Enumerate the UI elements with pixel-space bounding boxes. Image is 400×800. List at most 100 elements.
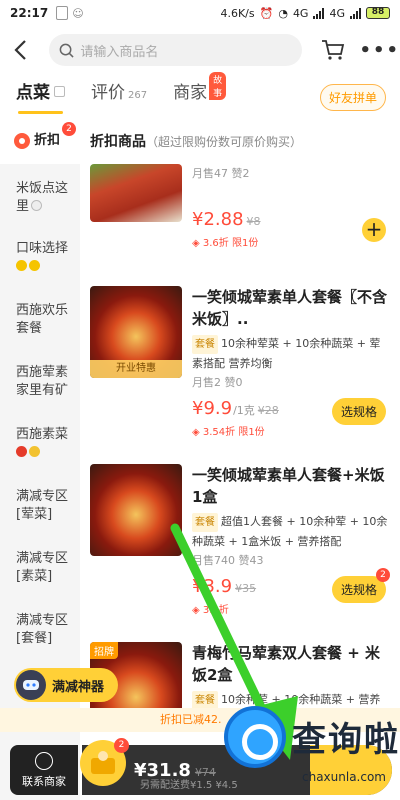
dish-price: ¥9.9: [192, 398, 233, 419]
status-time: 22:17: [10, 6, 49, 20]
group-order-button[interactable]: 好友拼单: [319, 84, 386, 111]
discount-text: 3.6折 限1份: [202, 238, 259, 249]
promo-ribbon: 开业特惠: [90, 360, 182, 378]
top-nav: 请输入商品名 •••: [0, 28, 400, 72]
watermark: 查询啦 chaxunla.com: [222, 700, 400, 800]
dish-image: [90, 464, 182, 556]
dish-item[interactable]: 开业特惠 一笑倾城荤素单人套餐〖不含米饭〗.. 套餐 10余种荤菜 + 10余种蔬…: [90, 286, 390, 438]
sidebar-item-label: 折扣: [34, 133, 61, 148]
cart-button[interactable]: [318, 35, 348, 65]
dish-discount: ◈ 3.5折: [192, 605, 229, 616]
dish-tags: 套餐 超值1人套餐 + 10余种荤 + 10余种蔬菜 + 1盒米饭 + 营养搭配: [192, 512, 388, 551]
dish-price: ¥3.9: [192, 576, 233, 597]
sidebar-item-veg[interactable]: 西施素菜: [0, 412, 80, 474]
signal-icon-2: [350, 7, 361, 19]
tag-text: 10余种荤菜 + 10余种蔬菜 + 荤素搭配 营养均衡: [192, 337, 381, 370]
menu-list: 折扣商品 （超过限购份数可原价购买） 月售47 赞2 ¥2.88 ¥8 ◈ 3.…: [80, 118, 400, 708]
cart-mascot-icon: 2: [80, 738, 129, 786]
sidebar-item-label: 西施荤素家里有矿: [16, 365, 69, 398]
dish-unit: /1克: [233, 404, 255, 417]
contact-label: 联系商家: [22, 774, 66, 788]
sidebar-item-set-promo[interactable]: 满减专区[套餐]: [0, 598, 80, 660]
helper-label: 满减神器: [52, 679, 105, 695]
dish-tags: 套餐 10余种荤菜 + 10余种蔬菜 + 荤素搭配 营养均衡: [192, 334, 388, 373]
section-header: 折扣商品 （超过限购份数可原价购买）: [80, 118, 400, 164]
contact-merchant-button[interactable]: 联系商家: [10, 745, 78, 795]
dish-item[interactable]: 月售47 赞2 ¥2.88 ¥8 ◈ 3.6折 限1份 +: [90, 164, 390, 264]
sidebar-item-label: 米饭点这里: [16, 181, 69, 214]
tab-order[interactable]: 点菜: [16, 78, 65, 114]
wifi-icon: ◔: [278, 6, 288, 20]
sidebar-item-mixed[interactable]: 西施荤素家里有矿: [0, 350, 80, 412]
dish-image: [90, 164, 182, 222]
sidebar-item-taste[interactable]: 口味选择: [0, 226, 80, 288]
chat-icon: ☺: [72, 6, 84, 20]
choose-spec-label: 选规格: [340, 583, 377, 597]
dish-old-price: ¥35: [235, 582, 257, 595]
sidebar-item-label: 满减专区[荤菜]: [16, 489, 69, 522]
sidebar-item-label: 满减专区[套餐]: [16, 613, 69, 646]
review-count: 267: [128, 90, 148, 101]
back-button[interactable]: [0, 30, 39, 70]
sidebar-item-label: 口味选择: [16, 241, 69, 256]
search-icon: [60, 43, 75, 58]
dish-old-price: ¥28: [257, 404, 279, 417]
promo-helper-button[interactable]: 满减神器: [14, 668, 118, 702]
tomato-icon: [16, 446, 27, 457]
dish-sales: 月售2 赞0: [192, 376, 243, 389]
dish-discount: ◈ 3.6折 限1份: [192, 238, 259, 249]
tag-label: 套餐: [192, 513, 218, 532]
dish-name: 一笑倾城荤素单人套餐〖不含米饭〗..: [192, 288, 388, 328]
corn-icon: [29, 446, 40, 457]
robot-icon: [16, 670, 46, 700]
tag-label: 套餐: [192, 335, 218, 354]
watermark-logo-icon: [224, 706, 286, 768]
rice-icon: [31, 200, 43, 211]
dish-discount: ◈ 3.54折 限1份: [192, 427, 265, 438]
search-placeholder: 请输入商品名: [80, 44, 159, 60]
tab-merchant[interactable]: 商家 故事: [173, 72, 227, 112]
add-to-cart-button[interactable]: +: [362, 218, 386, 242]
signal-icon: [313, 7, 325, 19]
story-badge: 故事: [209, 72, 227, 100]
net-type-1: 4G: [292, 6, 309, 20]
net-type-2: 4G: [329, 6, 345, 20]
sidebar-item-veg-promo[interactable]: 满减专区[素菜]: [0, 536, 80, 598]
discount-text: 3.54折 限1份: [202, 427, 265, 438]
tab-order-label: 点菜: [16, 83, 50, 103]
watermark-url: chaxunla.com: [302, 770, 386, 784]
chat-icon: [35, 751, 53, 770]
net-speed: 4.6K/s: [220, 6, 255, 20]
choose-spec-button[interactable]: 选规格: [331, 398, 386, 425]
dish-old-price: ¥8: [246, 215, 261, 228]
sunflower-icon: [29, 260, 40, 271]
dish-image: 开业特惠: [90, 286, 182, 378]
cart-icon: [321, 40, 344, 60]
dish-item[interactable]: 一笑倾城荤素单人套餐+米饭1盒 套餐 超值1人套餐 + 10余种荤 + 10余种蔬…: [90, 464, 390, 616]
cart-count-badge: 2: [114, 738, 129, 753]
dish-sales: 月售47 赞2: [192, 167, 250, 180]
sim-icon: [56, 6, 69, 20]
pin-icon: [54, 86, 65, 97]
battery-icon: 88: [366, 7, 390, 19]
spec-count-badge: 2: [376, 568, 390, 582]
search-input[interactable]: 请输入商品名: [49, 34, 302, 66]
section-title: 折扣商品: [90, 134, 146, 150]
dish-item[interactable]: 招牌 青梅竹马荤素双人套餐 + 米饭2盒 套餐 10余种荤 + 10余种蔬菜 + …: [90, 642, 390, 708]
tab-merchant-label: 商家: [173, 83, 208, 103]
more-button[interactable]: •••: [359, 40, 400, 61]
signature-badge: 招牌: [90, 642, 118, 659]
sidebar-item-discount[interactable]: 折扣 2: [0, 118, 80, 164]
tag-text: 超值1人套餐 + 10余种荤 + 10余种蔬菜 + 1盒米饭 + 营养搭配: [192, 515, 388, 548]
choose-spec-button[interactable]: 选规格 2: [331, 568, 390, 603]
sidebar-item-rice[interactable]: 米饭点这里: [0, 164, 80, 226]
sidebar-item-label: 西施欢乐套餐: [16, 303, 69, 336]
sidebar-item-happy-set[interactable]: 西施欢乐套餐: [0, 288, 80, 350]
discount-text: 3.5折: [202, 605, 229, 616]
watermark-text: 查询啦: [292, 720, 400, 760]
section-note: （超过限购份数可原价购买）: [146, 134, 303, 149]
sunflower-icon: [16, 260, 27, 271]
sidebar-item-meat-promo[interactable]: 满减专区[荤菜]: [0, 474, 80, 536]
tab-reviews[interactable]: 评价 267: [91, 78, 147, 112]
sidebar-item-label: 西施素菜: [16, 427, 69, 442]
